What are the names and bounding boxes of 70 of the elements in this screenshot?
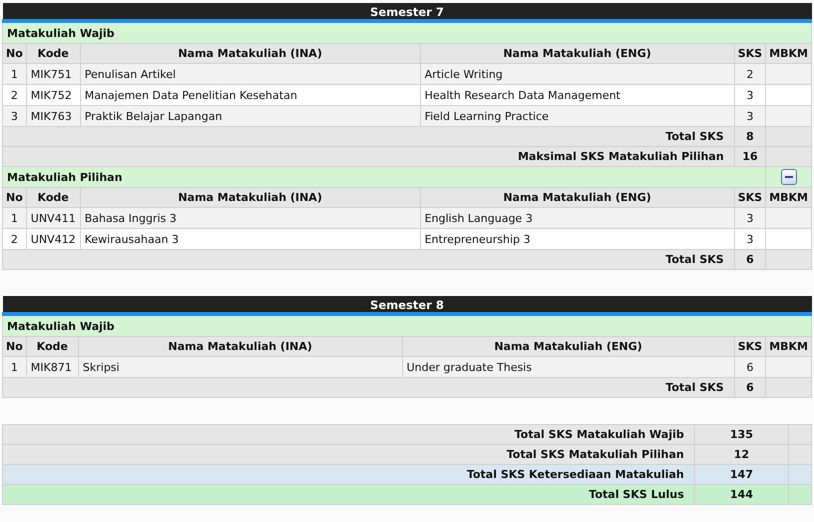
table-cell: Field Learning Practice [420,106,734,126]
table-cell: MIK751 [26,64,80,84]
table-cell: 2 [734,64,766,84]
table-cell: Penulisan Artikel [80,64,420,84]
summary-value: 147 [694,464,788,484]
section-header: Matakuliah Wajib [2,314,812,336]
column-header: MBKM [766,188,812,208]
table-cell: 6 [734,356,766,378]
summary-value: 144 [694,484,788,504]
table-cell: Under graduate Thesis [402,356,734,378]
semester-title: Semester 8 [2,296,812,314]
table-cell: UNV412 [26,228,80,250]
collapse-button[interactable] [780,169,797,185]
total-label: Total SKS [2,126,734,146]
total-value: 6 [734,250,766,270]
table-cell: Bahasa Inggris 3 [80,208,420,228]
summary-label: Total SKS Lulus [2,484,694,504]
summary-value: 135 [694,424,788,444]
column-header: Nama Matakuliah (ENG) [420,44,734,64]
summary-label: Total SKS Matakuliah Wajib [2,424,694,444]
table-cell: 3 [734,208,766,228]
summary-label: Total SKS Matakuliah Pilihan [2,444,694,464]
table-cell: Article Writing [420,64,734,84]
summary-value: 12 [694,444,788,464]
table-cell: Health Research Data Management [420,84,734,106]
column-header: SKS [734,188,766,208]
table-cell: MIK752 [26,84,80,106]
column-header: Nama Matakuliah (ENG) [402,336,734,356]
table-cell: Manajemen Data Penelitian Kesehatan [80,84,420,106]
table-cell: 1 [2,356,26,378]
total-label: Maksimal SKS Matakuliah Pilihan [2,146,734,166]
table-cell: 3 [734,106,766,126]
table-cell: Kewirausahaan 3 [80,228,420,250]
column-header: Kode [26,188,80,208]
total-value: 6 [734,378,766,398]
table-cell: Praktik Belajar Lapangan [80,106,420,126]
summary-label: Total SKS Ketersediaan Matakuliah [2,464,694,484]
table-cell: 1 [2,208,26,228]
column-header: Kode [26,44,80,64]
table-cell: 3 [2,106,26,126]
section-header: Matakuliah Wajib [2,21,812,44]
column-header: MBKM [766,44,812,64]
total-label: Total SKS [2,250,734,270]
table-cell: UNV411 [26,208,80,228]
table-cell: 1 [2,64,26,84]
total-label: Total SKS [2,378,734,398]
semester-title: Semester 7 [2,3,812,21]
column-header: No [2,188,26,208]
table-cell: Entrepreneurship 3 [420,228,734,250]
table-cell: 3 [734,84,766,106]
column-header: Nama Matakuliah (ENG) [420,188,734,208]
column-header: Nama Matakuliah (INA) [78,336,402,356]
total-value: 8 [734,126,766,146]
column-header: MBKM [766,336,812,356]
column-header: Kode [26,336,78,356]
table-cell: MIK871 [26,356,78,378]
section-header: Matakuliah Pilihan [2,166,766,188]
table-cell: MIK763 [26,106,80,126]
table-cell: Skripsi [78,356,402,378]
column-header: Nama Matakuliah (INA) [80,188,420,208]
column-header: SKS [734,44,766,64]
table-cell: 3 [734,228,766,250]
table-cell: 2 [2,228,26,250]
column-header: SKS [734,336,766,356]
total-value: 16 [734,146,766,166]
table-cell: English Language 3 [420,208,734,228]
column-header: No [2,336,26,356]
table-cell: 2 [2,84,26,106]
column-header: Nama Matakuliah (INA) [80,44,420,64]
column-header: No [2,44,26,64]
